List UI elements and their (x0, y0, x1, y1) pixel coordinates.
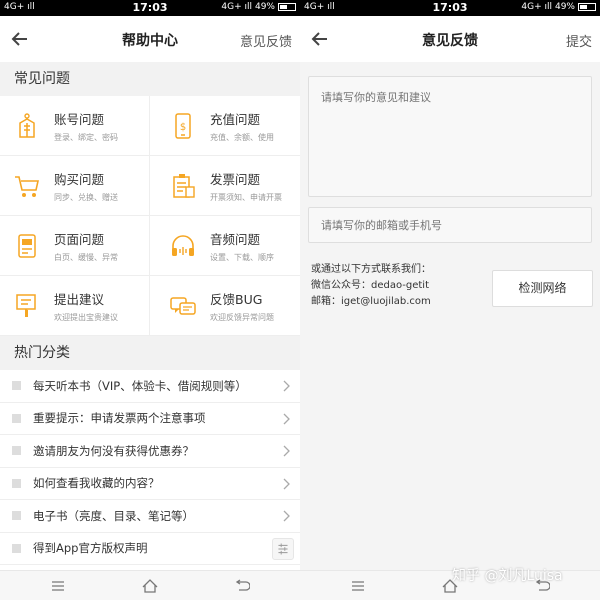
faq-item-page[interactable]: 页面问题 白页、缓慢、异常 (0, 216, 150, 276)
cart-icon (15, 175, 39, 197)
bullet-square (12, 543, 21, 553)
page-title: 意见反馈 (422, 33, 478, 49)
bullet-square (12, 381, 21, 391)
svg-text:$: $ (180, 122, 186, 133)
account-icon (19, 112, 35, 138)
list-item-text: 每天听本书（VIP、体验卡、借阅规则等） (33, 378, 247, 393)
list-item-text: 如何查看我收藏的内容？ (33, 476, 160, 491)
faq-item-subtitle: 欢迎提出宝贵建议 (54, 312, 118, 322)
nav-bar: 意见反馈 提交 (300, 16, 600, 62)
faq-item-subtitle: 开票须知、申请开票 (210, 192, 282, 202)
faq-item-title: 发票问题 (210, 171, 261, 187)
list-item[interactable]: 每天听本书（VIP、体验卡、借阅规则等） (0, 370, 300, 403)
nav-bar: 帮助中心 意见反馈 (0, 16, 300, 62)
faq-item-title: 账号问题 (54, 111, 105, 127)
faq-section-title: 常见问题 (0, 62, 300, 96)
back-arrow-icon[interactable] (10, 29, 30, 49)
faq-item-audio[interactable]: 音频问题 设置、下载、顺序 (150, 216, 300, 276)
faq-item-title: 反馈BUG (210, 291, 263, 307)
faq-item-subtitle: 登录、绑定、密码 (54, 132, 118, 142)
feedback-textarea[interactable] (308, 76, 592, 197)
signal-indicator: 4G+ ıll (521, 2, 552, 12)
faq-item-title: 页面问题 (54, 231, 105, 247)
page-icon (18, 233, 36, 258)
status-right: 4G+ ıll 49% (521, 2, 596, 12)
list-item-text: 邀请朋友为何没有获得优惠券？ (33, 443, 194, 458)
contact-email: 邮箱：iget@luojilab.com (311, 296, 431, 307)
bug-icon (170, 296, 196, 315)
menu-icon[interactable] (50, 578, 66, 594)
submit-button[interactable]: 提交 (566, 31, 592, 50)
bullet-square (12, 478, 21, 488)
faq-grid: 账号问题 登录、绑定、密码 $ 充值问题 充值、余额、使用 购买问题 同步、兑换… (0, 96, 300, 336)
chevron-right-icon (283, 413, 290, 424)
home-icon[interactable] (142, 578, 158, 594)
faq-item-title: 提出建议 (54, 291, 105, 307)
chevron-right-icon (283, 445, 290, 457)
invoice-icon (173, 173, 195, 198)
battery-icon (278, 3, 296, 11)
contact-input[interactable] (308, 207, 592, 243)
battery-percent: 49% (254, 2, 275, 12)
faq-item-subtitle: 充值、余额、使用 (210, 132, 274, 142)
help-center-screen: 4G+ ıll 17:03 4G+ ıll 49% 帮助中心 意见反馈 常见问题… (0, 0, 300, 600)
faq-item-subtitle: 欢迎反馈异常问题 (210, 312, 274, 322)
faq-item-subtitle: 设置、下载、顺序 (210, 252, 274, 262)
contact-wechat: 微信公众号：dedao-getit (311, 280, 430, 291)
faq-item-subtitle: 同步、兑换、赠送 (54, 192, 118, 202)
contact-info: 或通过以下方式联系我们： 微信公众号：dedao-getit 邮箱：iget@l… (311, 262, 431, 310)
soft-key-bar (0, 570, 300, 600)
back-key-icon[interactable] (234, 578, 250, 594)
chevron-right-icon (283, 380, 290, 392)
menu-icon[interactable] (350, 578, 366, 594)
faq-item-title: 购买问题 (54, 171, 105, 187)
list-item-text: 电子书（亮度、目录、笔记等） (33, 508, 194, 523)
hot-section-title: 热门分类 (0, 336, 300, 370)
faq-item-title: 充值问题 (210, 111, 261, 127)
list-item[interactable]: 电子书（亮度、目录、笔记等） (0, 500, 300, 533)
faq-item-title: 音频问题 (210, 231, 261, 247)
recharge-icon: $ (175, 112, 191, 139)
faq-item-account[interactable]: 账号问题 登录、绑定、密码 (0, 96, 150, 156)
back-arrow-icon[interactable] (310, 29, 330, 49)
bullet-square (12, 413, 21, 423)
status-bar: 4G+ ıll 17:03 4G+ ıll 49% (0, 0, 300, 16)
chevron-right-icon (283, 510, 290, 522)
hot-list: 每天听本书（VIP、体验卡、借阅规则等） 重要提示：申请发票两个注意事项 邀请朋… (0, 370, 300, 565)
list-item[interactable]: 邀请朋友为何没有获得优惠券？ (0, 435, 300, 468)
list-item[interactable]: 得到App官方版权声明 (0, 533, 300, 565)
chevron-right-icon (283, 478, 290, 489)
bullet-square (12, 511, 21, 521)
status-bar: 4G+ ıll 17:03 4G+ ıll 49% (300, 0, 600, 16)
list-item-text: 得到App官方版权声明 (33, 541, 148, 556)
filter-icon[interactable] (272, 538, 294, 560)
status-right: 4G+ ıll 49% (221, 2, 296, 12)
signal-indicator: 4G+ ıll (221, 2, 252, 12)
faq-item-subtitle: 白页、缓慢、异常 (54, 252, 118, 262)
bullet-square (12, 446, 21, 456)
headphone-icon (172, 234, 194, 256)
contact-intro: 或通过以下方式联系我们： (311, 264, 431, 275)
list-item[interactable]: 重要提示：申请发票两个注意事项 (0, 403, 300, 435)
list-item[interactable]: 如何查看我收藏的内容？ (0, 468, 300, 500)
battery-percent: 49% (554, 2, 575, 12)
faq-item-purchase[interactable]: 购买问题 同步、兑换、赠送 (0, 156, 150, 216)
faq-item-bug[interactable]: 反馈BUG 欢迎反馈异常问题 (150, 276, 300, 336)
watermark: 知乎 @刘凡Luisa (452, 568, 563, 584)
battery-icon (578, 3, 596, 11)
detect-network-button[interactable]: 检测网络 (492, 270, 593, 307)
faq-item-recharge[interactable]: $ 充值问题 充值、余额、使用 (150, 96, 300, 156)
feedback-link[interactable]: 意见反馈 (240, 31, 292, 50)
suggestion-icon (16, 293, 36, 317)
list-item-text: 重要提示：申请发票两个注意事项 (33, 411, 206, 426)
faq-item-invoice[interactable]: 发票问题 开票须知、申请开票 (150, 156, 300, 216)
faq-item-suggestion[interactable]: 提出建议 欢迎提出宝贵建议 (0, 276, 150, 336)
